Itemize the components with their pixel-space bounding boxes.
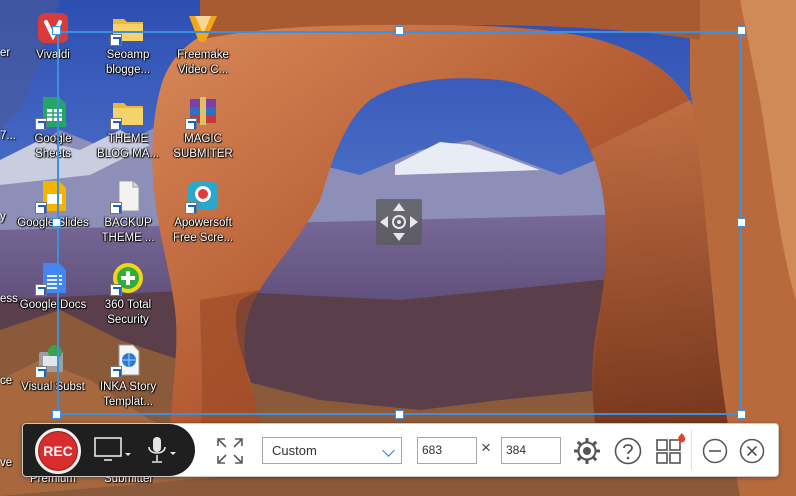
resize-handle-bottom-right[interactable]	[737, 410, 746, 419]
settings-button[interactable]	[572, 436, 602, 466]
apps-grid-icon	[656, 433, 686, 464]
desktop-edge-label: ce	[0, 375, 13, 387]
minimize-button[interactable]	[702, 438, 728, 464]
minimize-icon	[702, 438, 728, 464]
resize-handle-left[interactable]	[52, 218, 61, 227]
resize-handle-top-left[interactable]	[52, 26, 61, 35]
shortcut-arrow-icon	[35, 366, 47, 378]
monitor-icon	[94, 437, 131, 461]
desktop-edge-label: y	[0, 211, 6, 223]
toolbar-divider	[691, 430, 692, 470]
microphone-icon	[148, 437, 176, 463]
height-input[interactable]: 384	[501, 437, 561, 464]
record-controls-panel: REC	[23, 424, 195, 476]
close-button[interactable]	[739, 438, 765, 464]
desktop-edge-label: ve	[0, 457, 13, 469]
gear-icon	[574, 438, 600, 464]
help-icon	[614, 437, 642, 465]
shortcut-arrow-icon	[35, 284, 47, 296]
rec-button[interactable]: REC	[35, 428, 81, 474]
resize-handle-top[interactable]	[395, 26, 404, 35]
desktop-edge-label: er	[0, 47, 11, 59]
move-region-handle[interactable]	[376, 199, 422, 245]
width-input[interactable]: 683	[417, 437, 477, 464]
audio-source-button[interactable]	[144, 435, 178, 465]
resize-handle-top-right[interactable]	[737, 26, 746, 35]
close-icon	[739, 438, 765, 464]
resize-handle-bottom-left[interactable]	[52, 410, 61, 419]
shortcut-arrow-icon	[35, 118, 47, 130]
chevron-down-icon	[382, 444, 395, 457]
resize-handle-right[interactable]	[737, 218, 746, 227]
screen-source-button[interactable]	[94, 437, 132, 463]
shortcut-arrow-icon	[35, 202, 47, 214]
recorder-toolbar: REC Custom 683 × 384	[22, 423, 779, 477]
region-preset-value: Custom	[272, 443, 317, 458]
help-button[interactable]	[613, 436, 643, 466]
desktop-edge-label: ess	[0, 293, 18, 305]
move-arrows-icon	[380, 203, 418, 241]
desktop-edge-label: 7...	[0, 130, 16, 142]
fullscreen-button[interactable]	[216, 437, 244, 465]
more-tools-button[interactable]	[655, 432, 687, 466]
expand-arrows-icon	[217, 438, 243, 464]
dimension-separator: ×	[481, 438, 491, 457]
resize-handle-bottom[interactable]	[395, 410, 404, 419]
region-preset-select[interactable]: Custom	[262, 437, 402, 464]
